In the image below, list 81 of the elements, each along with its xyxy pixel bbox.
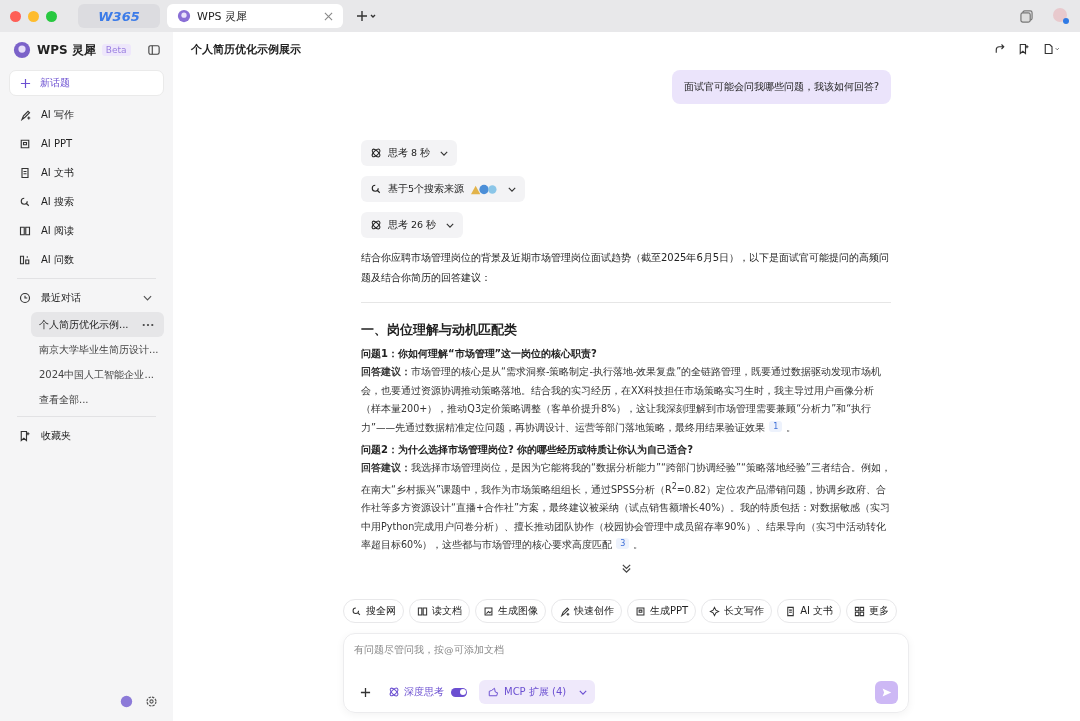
atom-icon [370, 147, 382, 159]
new-topic-button[interactable]: 新话题 [9, 70, 164, 96]
recent-chat-item[interactable]: 2024中国人工智能企业... [31, 362, 164, 387]
windows-icon[interactable] [1020, 9, 1033, 23]
quick-action-button[interactable]: 长文写作 [701, 599, 773, 623]
atom-icon [388, 686, 400, 698]
chevron-down-icon [143, 294, 152, 301]
source-icons [470, 182, 499, 196]
ppt-icon [19, 137, 31, 150]
ppt-icon [635, 605, 646, 617]
grid-icon [854, 605, 866, 617]
plus-icon [359, 686, 371, 698]
search-icon [351, 605, 362, 617]
recent-chat-item[interactable]: 个人简历优化示例... [31, 312, 164, 337]
clock-icon [19, 291, 31, 304]
spark-icon [709, 605, 721, 617]
doc-icon [19, 166, 31, 179]
quick-action-button[interactable]: 读文档 [409, 599, 470, 623]
book-icon [19, 224, 31, 237]
settings-icon[interactable] [145, 694, 158, 708]
reasoning-step-button[interactable]: 思考 26 秒 [361, 212, 464, 238]
bookmark-icon[interactable] [1018, 43, 1030, 55]
sidebar-item[interactable]: AI 阅读 [9, 216, 164, 245]
cloud-icon [487, 686, 499, 698]
reasoning-step-button[interactable]: 基于5个搜索来源 [361, 176, 526, 202]
chevron-down-icon [579, 689, 588, 695]
more-icon[interactable] [142, 322, 154, 327]
search-icon [19, 195, 31, 208]
answer-paragraph: 回答建议：我选择市场管理岗位，是因为它能将我的“数据分析能力”“跨部门协调经验”“策略落地经验”三者结合。例如，在南大“乡村振兴”课题中，我作为市场策略组组长，通过SPSS分析（R$^{2}$=0.82）定位农产品滞销问题，协调乡政府、合作社等多方资源设计“直播+合作社”方案，最终建议被采纳（试点销售额增长40%）。我的特质包括：对数据敏感（实习中用Python完成用户问卷分析）、擅长推动团队协作（校园协会管理中成员留存率90%）、结果导向（实习中活动转化率超目标60%），这些都与市场管理的核心要求高度匹配 3 。 [361, 461, 891, 553]
doc-icon [785, 605, 797, 617]
quick-action-button[interactable]: 生成图像 [475, 599, 546, 623]
quick-action-button[interactable]: 生成PPT [627, 599, 697, 623]
sidebar-item[interactable]: AI 搜索 [9, 187, 164, 216]
avatar-icon[interactable] [1052, 7, 1070, 25]
sidebar-item[interactable]: AI 写作 [9, 100, 164, 129]
recent-chats-header[interactable]: 最近对话 [9, 283, 164, 312]
app-logo-icon [13, 41, 31, 59]
quick-action-button[interactable]: AI 文书 [777, 599, 842, 623]
chevron-down-icon [508, 186, 517, 192]
data-icon [19, 253, 31, 266]
chevron-down-icon [440, 150, 449, 156]
browser-tab[interactable]: WPS 灵犀 [167, 4, 343, 28]
toggle-switch[interactable] [451, 687, 467, 697]
chat-title: 个人简历优化示例展示 [191, 41, 301, 57]
quick-action-button[interactable]: 搜全网 [343, 599, 404, 623]
quick-action-button[interactable]: 快速创作 [551, 599, 622, 623]
close-icon[interactable] [324, 11, 333, 21]
sidebar-item[interactable]: AI 问数 [9, 245, 164, 274]
mcp-extension-button[interactable]: MCP 扩展 (4) [479, 680, 596, 704]
question-text: 问题2：为什么选择市场管理岗位? 你的哪些经历或特质让你认为自己适合? [361, 443, 694, 457]
new-tab-icon[interactable] [356, 10, 378, 22]
user-message: 面试官可能会问我哪些问题，我该如何回答? [671, 70, 891, 104]
document-icon[interactable] [1042, 43, 1062, 55]
sidebar-item[interactable]: AI PPT [9, 129, 164, 158]
send-icon [881, 686, 892, 698]
image-icon [483, 605, 494, 617]
app-name: WPS 灵犀 [37, 41, 96, 59]
section-heading: 一、岗位理解与动机匹配类 [361, 321, 517, 339]
sidebar-item[interactable]: AI 文书 [9, 158, 164, 187]
app-logo-icon [177, 9, 191, 23]
recent-chat-item[interactable]: 南京大学毕业生简历设计... [31, 337, 164, 362]
book-icon [417, 605, 428, 617]
sidebar-item[interactable]: 收藏夹 [9, 421, 164, 450]
plus-icon [20, 77, 31, 89]
recent-chat-item[interactable]: 查看全部... [31, 387, 164, 412]
double-chevron-down-icon [620, 563, 632, 575]
beta-badge: Beta [101, 44, 131, 56]
pen-icon [559, 605, 570, 617]
question-text: 问题1：你如何理解“市场管理”这一岗位的核心职责? [361, 347, 597, 361]
answer-intro: 结合你应聘市场管理岗位的背景及近期市场管理岗位面试趋势（截至2025年6月5日），以下是面试官可能提问的高频问题及结合你简历的回答建议： [361, 251, 891, 285]
pen-icon [19, 108, 31, 121]
chevron-down-icon [446, 222, 455, 228]
avatar-icon[interactable] [120, 694, 133, 708]
sidebar-toggle-icon[interactable] [148, 44, 160, 56]
atom-icon [370, 219, 382, 231]
quick-action-button[interactable]: 更多 [846, 599, 898, 623]
reasoning-step-button[interactable]: 思考 8 秒 [361, 140, 458, 166]
search-icon [370, 183, 382, 195]
answer-paragraph: 回答建议：市场管理的核心是从“需求洞察-策略制定-执行落地-效果复盘”的全链路管理，既要通过数据驱动发现市场机会，也要通过资源协调推动策略落地。结合我的实习经历，在XX科技担任市场策略实习生时，我主导过用户画像分析（样本量200+），推动Q3定价策略调整（客单价提升8%），这让我深刻理解到市场管理需要兼顾“分析力”和“执行力”——先通过数据精准定位问题，再协调设计、运营等部门落地策略，最终用结果验证效果 1 。 [361, 365, 883, 435]
share-icon[interactable] [994, 43, 1006, 55]
bookmark-icon [19, 429, 31, 442]
